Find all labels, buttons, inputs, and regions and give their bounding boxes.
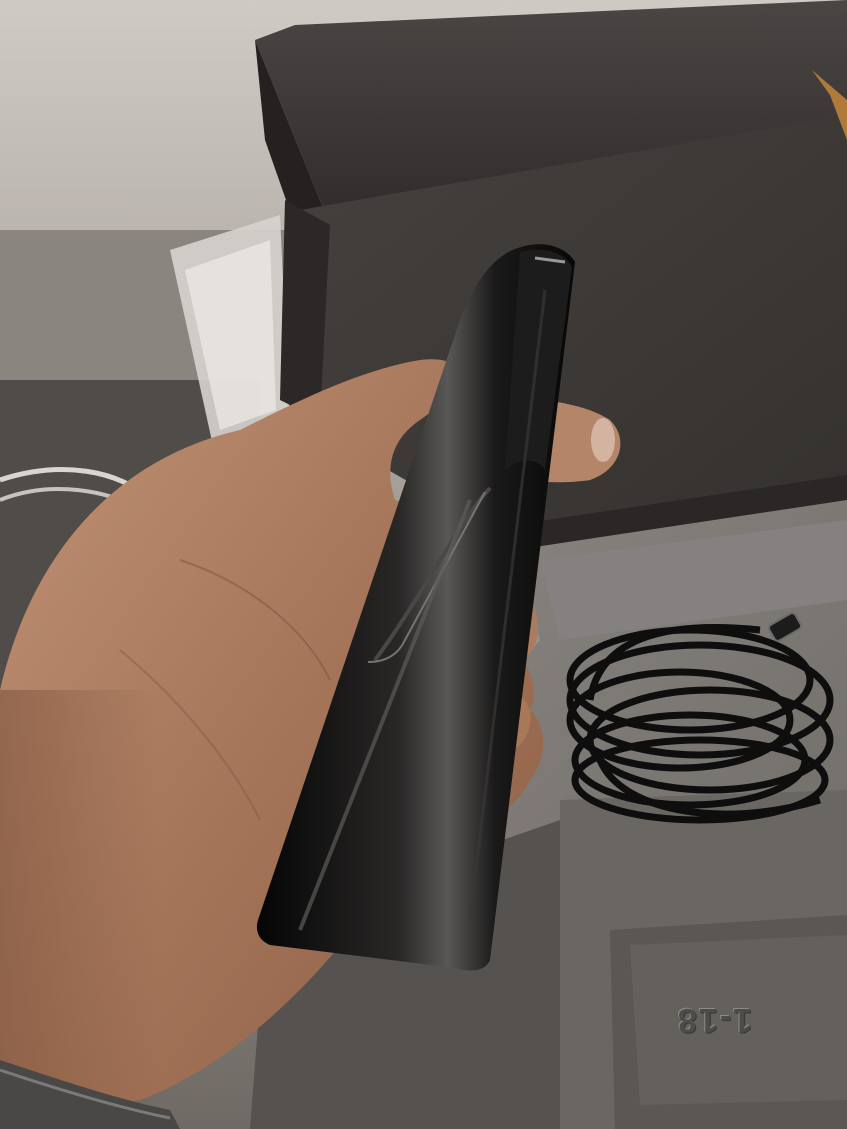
tray-embossed-text: 1-18	[676, 1001, 753, 1039]
photo-scene	[0, 0, 847, 1129]
